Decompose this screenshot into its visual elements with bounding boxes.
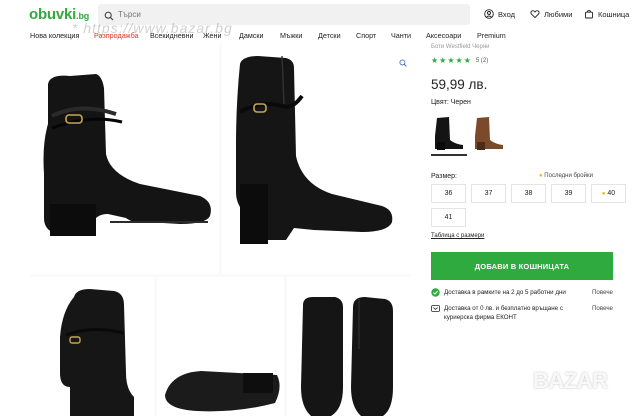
header: obuvki.bg Вход Любими Кошница bbox=[0, 0, 640, 28]
size-option[interactable]: 39 bbox=[551, 184, 586, 203]
nav-item[interactable]: Спорт bbox=[356, 31, 376, 40]
size-value: 37 bbox=[484, 190, 493, 197]
logo-text: obuvki bbox=[29, 6, 77, 23]
search-input[interactable] bbox=[118, 7, 458, 22]
bazar-watermark: BAZAR bbox=[533, 368, 608, 393]
color-swatch-brown[interactable] bbox=[471, 110, 507, 156]
star-icon: ★ bbox=[431, 56, 439, 65]
size-table-link[interactable]: Таблица с размери bbox=[431, 233, 484, 239]
nav-item[interactable]: Всекидневни bbox=[150, 31, 194, 40]
size-option[interactable]: ● 40 bbox=[591, 184, 626, 203]
size-label: Размер: bbox=[431, 173, 458, 180]
logo-ext: .bg bbox=[76, 11, 90, 21]
product-name: Боти Westfield Черни bbox=[431, 44, 490, 50]
nav-item[interactable]: Premium bbox=[477, 31, 506, 40]
heart-icon bbox=[530, 10, 540, 19]
size-value: 38 bbox=[524, 190, 533, 197]
return-text: Доставка от 0 лв. и безплатно връщане с … bbox=[444, 305, 563, 321]
search-bar[interactable] bbox=[98, 4, 470, 25]
star-icon: ★ bbox=[439, 56, 447, 65]
last-items-label: Последни бройки bbox=[544, 173, 593, 179]
product-page: obuvki.bg Вход Любими Кошница Нова колек… bbox=[0, 0, 640, 416]
price: 59,99 лв. bbox=[431, 77, 488, 92]
product-image-3[interactable] bbox=[30, 277, 154, 416]
nav-item[interactable]: Дамски bbox=[239, 31, 264, 40]
last-items-note: ● Последни бройки bbox=[539, 173, 593, 179]
nav-item[interactable]: Чанти bbox=[391, 31, 411, 40]
nav-item[interactable]: Нова колекция bbox=[30, 31, 79, 40]
rating-count: 5 (2) bbox=[475, 57, 489, 64]
rating[interactable]: ★ ★ ★ ★ ★ 5 (2) bbox=[431, 56, 488, 65]
color-label: Цвят: Черен bbox=[431, 99, 471, 106]
nav-item[interactable]: Детски bbox=[318, 31, 341, 40]
star-icon: ★ bbox=[455, 56, 463, 65]
main-nav: Нова колекция Разпродажба Всекидневни Же… bbox=[0, 28, 640, 44]
size-option[interactable]: 36 bbox=[431, 184, 466, 203]
add-to-cart-button[interactable]: ДОБАВИ В КОШНИЦАТА bbox=[431, 252, 613, 280]
nav-item[interactable]: Жени bbox=[203, 31, 222, 40]
check-icon bbox=[431, 288, 440, 300]
size-value: 40 bbox=[607, 190, 616, 197]
star-icon: ★ bbox=[447, 56, 455, 65]
dot-icon: ● bbox=[539, 173, 543, 179]
return-more-link[interactable]: Повече bbox=[592, 304, 613, 313]
delivery-text: Доставка в рамките на 2 до 5 работни дни bbox=[444, 289, 566, 296]
cart-link[interactable]: Кошница bbox=[584, 6, 629, 22]
return-icon bbox=[431, 304, 440, 316]
size-value: 41 bbox=[444, 214, 453, 221]
size-value: 36 bbox=[444, 190, 453, 197]
product-image-1[interactable] bbox=[30, 44, 219, 274]
cart-label: Кошница bbox=[598, 9, 630, 19]
product-gallery bbox=[30, 44, 411, 416]
color-swatch-black[interactable] bbox=[431, 110, 467, 156]
search-icon bbox=[104, 8, 114, 26]
login-link[interactable]: Вход bbox=[484, 6, 515, 22]
delivery-more-link[interactable]: Повече bbox=[592, 288, 613, 297]
dot-icon: ● bbox=[601, 190, 606, 197]
star-icon: ★ bbox=[463, 56, 471, 65]
size-value: 39 bbox=[564, 190, 573, 197]
product-image-4[interactable] bbox=[157, 277, 284, 416]
login-label: Вход bbox=[498, 9, 515, 19]
user-icon bbox=[484, 9, 494, 19]
favorites-link[interactable]: Любими bbox=[530, 6, 572, 22]
nav-item[interactable]: Разпродажба bbox=[94, 31, 139, 40]
product-image-2[interactable] bbox=[222, 44, 411, 274]
favorites-label: Любими bbox=[544, 9, 573, 19]
bag-icon bbox=[585, 10, 593, 19]
zoom-icon[interactable] bbox=[399, 54, 407, 72]
size-option[interactable]: 37 bbox=[471, 184, 506, 203]
size-option[interactable]: 38 bbox=[511, 184, 546, 203]
logo[interactable]: obuvki.bg bbox=[29, 6, 89, 23]
product-image-5[interactable] bbox=[287, 277, 411, 416]
nav-item[interactable]: Аксесоари bbox=[426, 31, 461, 40]
nav-item[interactable]: Мъжки bbox=[280, 31, 302, 40]
size-option[interactable]: 41 bbox=[431, 208, 466, 227]
